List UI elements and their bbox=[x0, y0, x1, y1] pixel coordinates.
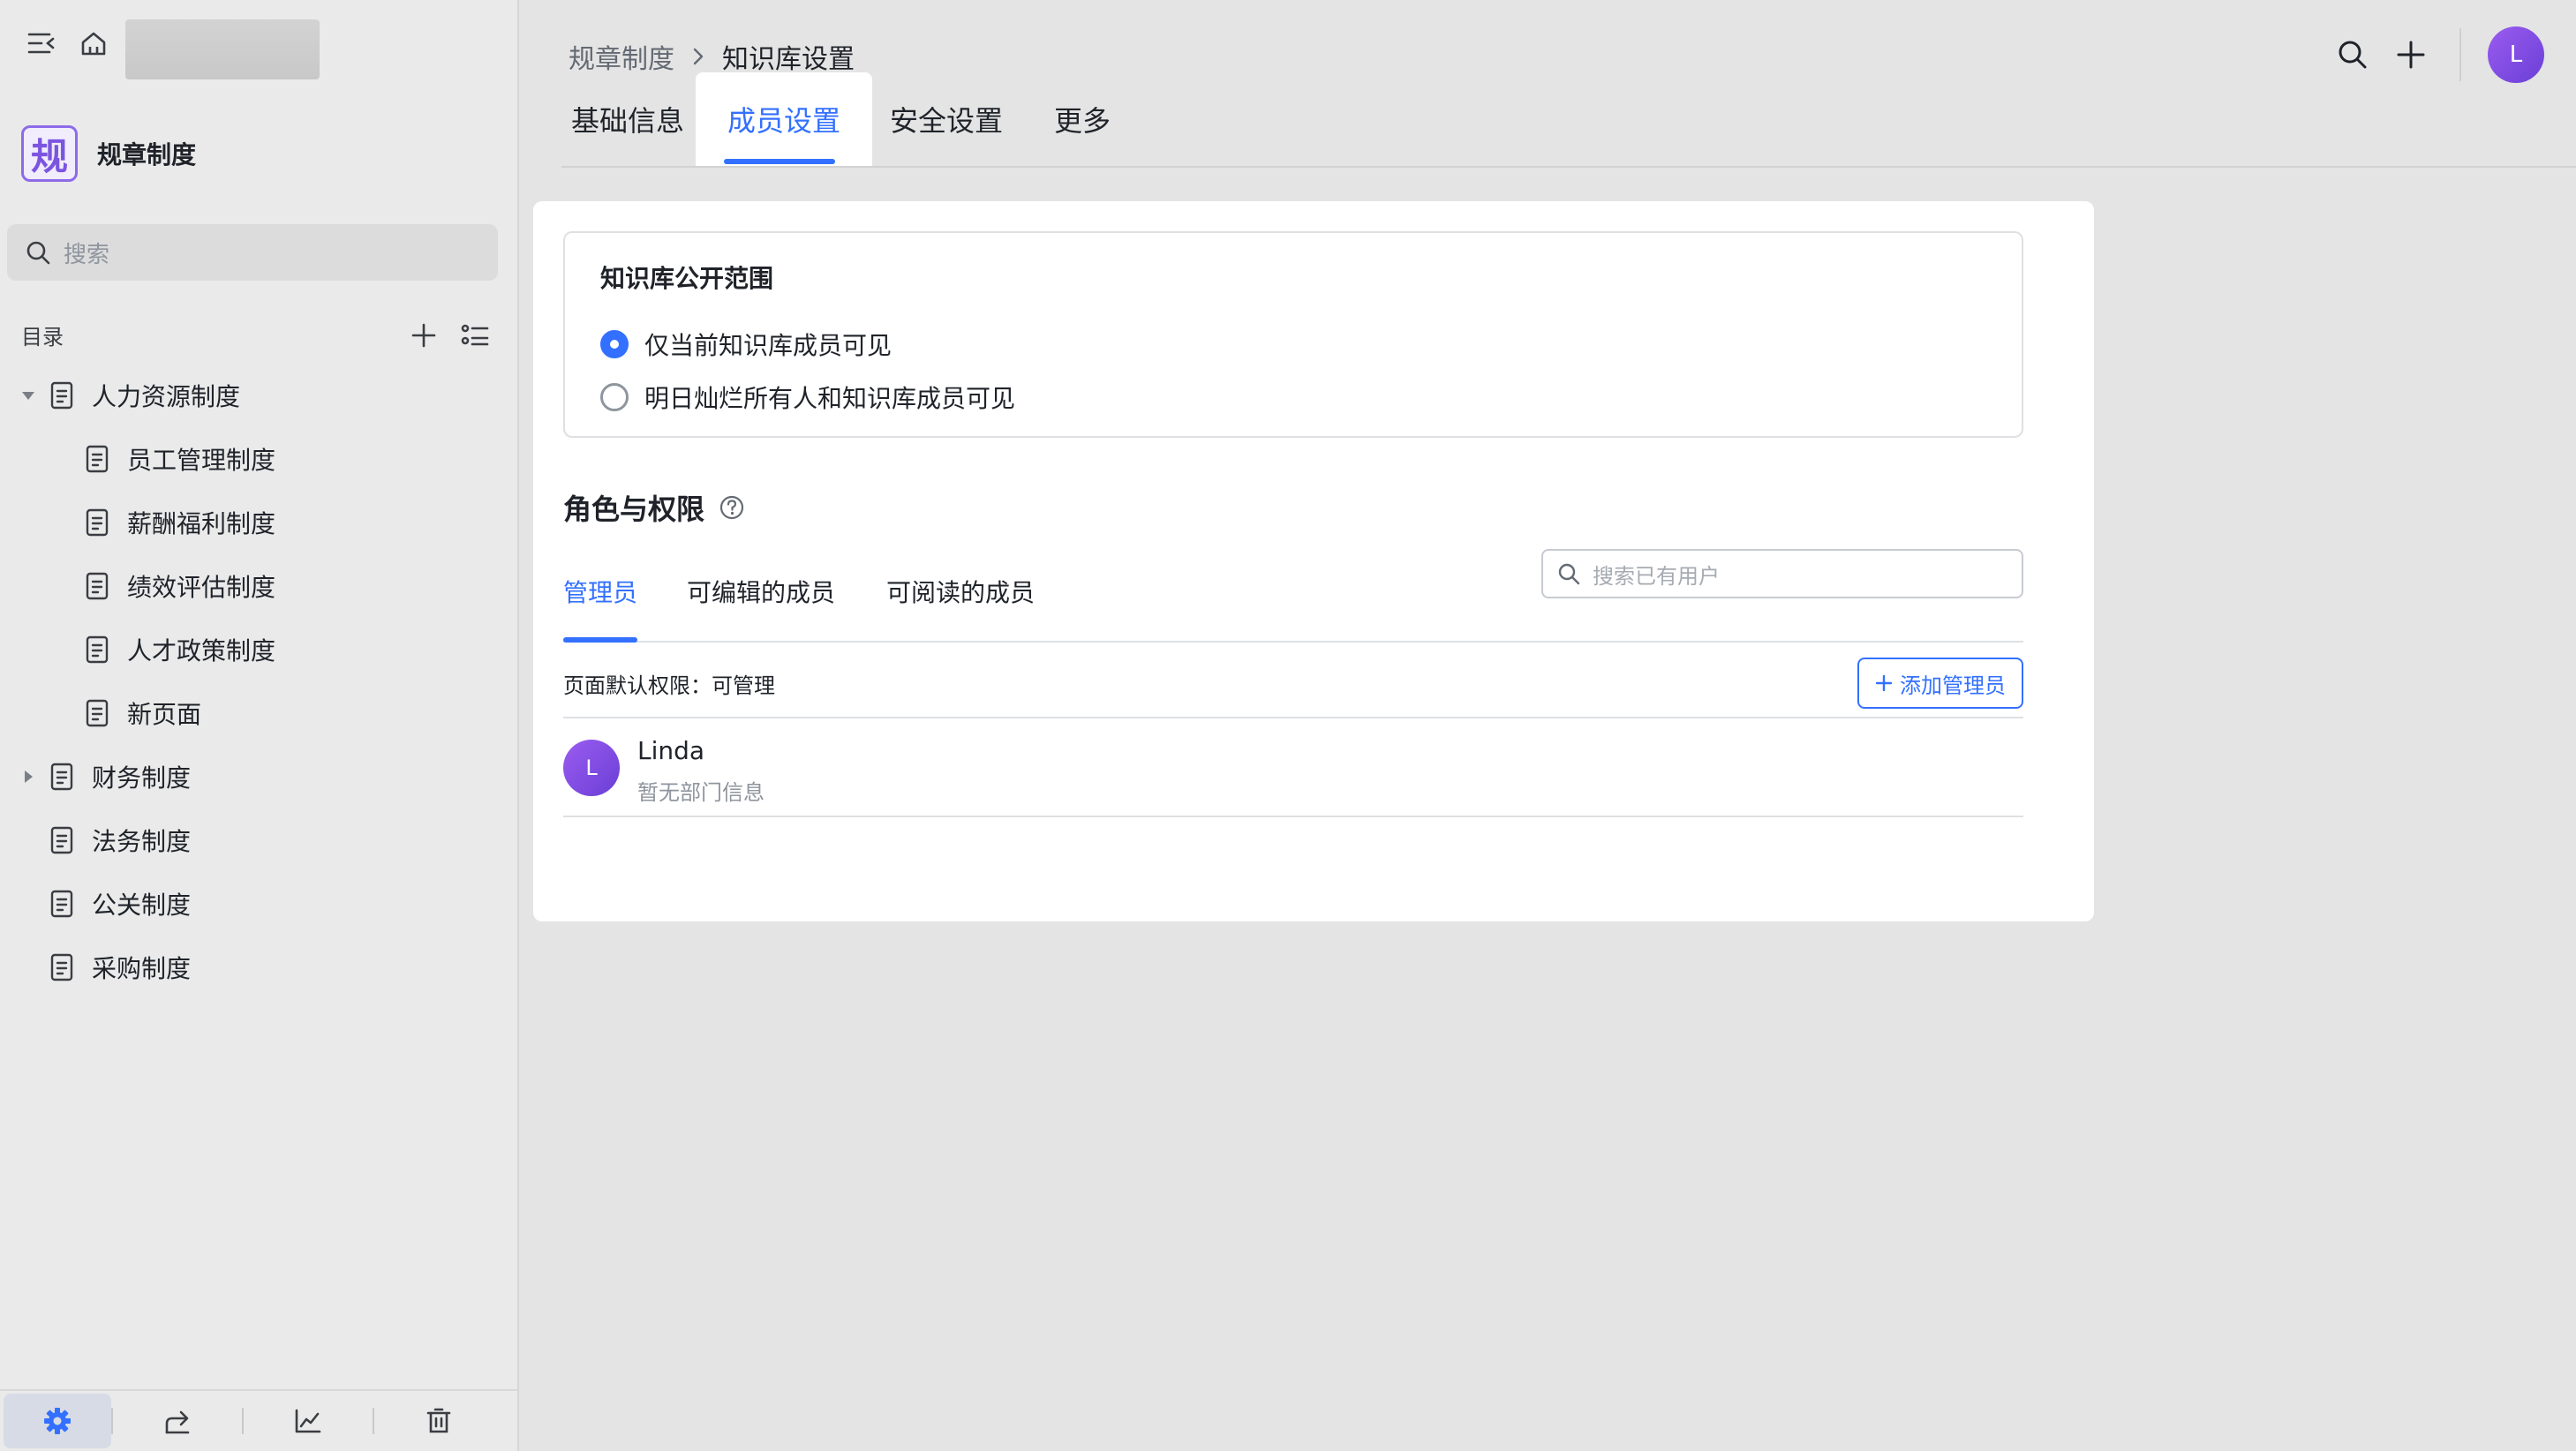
breadcrumb: 规章制度 知识库设置 bbox=[569, 37, 855, 76]
home-icon[interactable] bbox=[79, 30, 108, 56]
visibility-option-members[interactable]: 仅当前知识库成员可见 bbox=[600, 327, 892, 362]
tree-item[interactable]: 薪酬福利制度 bbox=[0, 491, 519, 554]
tree-item-label: 人才政策制度 bbox=[127, 636, 276, 665]
member-name: Linda bbox=[637, 736, 705, 765]
tree-item[interactable]: 绩效评估制度 bbox=[0, 554, 519, 618]
sidebar: 规 规章制度 搜索 目录 人力资源制度 员工管理制度 薪酬福利制度 绩效评估制度… bbox=[0, 0, 519, 1451]
space-avatar: 规 bbox=[21, 125, 78, 182]
workspace-logo[interactable] bbox=[125, 19, 320, 79]
add-admin-button[interactable]: 添加管理员 bbox=[1857, 658, 2023, 709]
add-admin-label: 添加管理员 bbox=[1900, 673, 2006, 698]
radio-selected[interactable] bbox=[600, 330, 629, 358]
space-header[interactable]: 规 规章制度 bbox=[21, 125, 196, 182]
trash-icon bbox=[426, 1408, 451, 1434]
caret-down-icon[interactable] bbox=[19, 387, 37, 404]
tree-item[interactable]: 财务制度 bbox=[0, 745, 519, 808]
tree-item-label: 公关制度 bbox=[92, 891, 192, 920]
visibility-section: 知识库公开范围 仅当前知识库成员可见 明日灿烂所有人和知识库成员可见 bbox=[563, 231, 2023, 438]
settings-icon bbox=[43, 1407, 72, 1435]
document-icon bbox=[49, 381, 74, 410]
member-department: 暂无部门信息 bbox=[637, 780, 765, 805]
tree-item-label: 财务制度 bbox=[92, 763, 192, 793]
collapse-sidebar-icon[interactable] bbox=[26, 30, 56, 56]
tree-item-label: 人力资源制度 bbox=[92, 382, 241, 411]
tab-basic-info[interactable]: 基础信息 bbox=[561, 72, 694, 166]
tree-item-label: 薪酬福利制度 bbox=[127, 509, 276, 538]
tab-editors[interactable]: 可编辑的成员 bbox=[687, 574, 835, 609]
document-icon bbox=[85, 572, 109, 600]
visibility-title: 知识库公开范围 bbox=[600, 264, 774, 293]
analytics-icon bbox=[294, 1408, 322, 1434]
help-icon[interactable] bbox=[719, 494, 745, 521]
tree-item[interactable]: 采购制度 bbox=[0, 936, 519, 999]
document-icon bbox=[85, 445, 109, 473]
visibility-option-everyone[interactable]: 明日灿烂所有人和知识库成员可见 bbox=[600, 380, 1015, 415]
tab-member-settings[interactable]: 成员设置 bbox=[696, 72, 872, 166]
tree-item[interactable]: 法务制度 bbox=[0, 808, 519, 872]
tree-item[interactable]: 人才政策制度 bbox=[0, 618, 519, 681]
default-permission-row: 页面默认权限：可管理 添加管理员 bbox=[563, 650, 2023, 718]
tab-readers[interactable]: 可阅读的成员 bbox=[886, 574, 1035, 609]
list-options-icon[interactable] bbox=[461, 323, 489, 348]
member-settings-card: 知识库公开范围 仅当前知识库成员可见 明日灿烂所有人和知识库成员可见 角色与权限… bbox=[533, 201, 2094, 921]
toc-title: 目录 bbox=[21, 325, 64, 350]
add-page-icon[interactable] bbox=[411, 323, 436, 348]
space-name: 规章制度 bbox=[97, 140, 197, 169]
document-icon bbox=[49, 953, 74, 981]
tree-item[interactable]: 人力资源制度 bbox=[0, 364, 519, 427]
document-icon bbox=[49, 826, 74, 854]
tree-item[interactable]: 员工管理制度 bbox=[0, 427, 519, 491]
chevron-right-icon bbox=[692, 47, 704, 66]
toc-header: 目录 bbox=[21, 320, 489, 350]
default-permission-label: 页面默认权限：可管理 bbox=[563, 673, 775, 698]
share-icon bbox=[163, 1408, 192, 1434]
sidebar-topbar bbox=[26, 30, 108, 56]
tab-admins[interactable]: 管理员 bbox=[563, 574, 637, 609]
document-icon bbox=[85, 508, 109, 537]
visibility-option-label: 仅当前知识库成员可见 bbox=[644, 331, 893, 360]
avatar: L bbox=[563, 740, 620, 796]
settings-button[interactable] bbox=[4, 1394, 111, 1448]
plus-icon bbox=[1875, 674, 1893, 692]
tree-item-label: 绩效评估制度 bbox=[127, 573, 276, 602]
radio-unselected[interactable] bbox=[600, 383, 629, 411]
caret-right-icon[interactable] bbox=[19, 768, 37, 786]
breadcrumb-current: 知识库设置 bbox=[722, 44, 855, 75]
sidebar-search-input[interactable]: 搜索 bbox=[7, 224, 498, 281]
toc-tree: 人力资源制度 员工管理制度 薪酬福利制度 绩效评估制度 人才政策制度 新页面 财… bbox=[0, 364, 519, 999]
member-row[interactable]: L Linda 暂无部门信息 bbox=[563, 718, 2023, 817]
search-icon bbox=[25, 239, 51, 266]
share-button[interactable] bbox=[113, 1394, 242, 1448]
tree-item-label: 采购制度 bbox=[92, 954, 192, 983]
active-tab-indicator bbox=[563, 637, 637, 643]
roles-title-text: 角色与权限 bbox=[563, 492, 705, 526]
sidebar-bottom-toolbar bbox=[0, 1389, 519, 1451]
document-icon bbox=[49, 890, 74, 918]
document-icon bbox=[85, 635, 109, 664]
document-icon bbox=[49, 763, 74, 791]
document-icon bbox=[85, 699, 109, 727]
settings-tabs: 基础信息 成员设置 安全设置 更多 bbox=[561, 72, 2576, 168]
tree-item-label: 员工管理制度 bbox=[127, 446, 276, 475]
tree-item[interactable]: 公关制度 bbox=[0, 872, 519, 936]
tree-item-label: 新页面 bbox=[127, 700, 202, 729]
roles-section-title: 角色与权限 bbox=[563, 487, 745, 528]
user-search-input[interactable]: 搜索已有用户 bbox=[1541, 549, 2023, 598]
user-search-placeholder: 搜索已有用户 bbox=[1593, 563, 1720, 589]
tab-security-settings[interactable]: 安全设置 bbox=[879, 72, 1013, 166]
tab-more[interactable]: 更多 bbox=[1038, 72, 1126, 166]
search-icon bbox=[1557, 562, 1580, 585]
sidebar-search-placeholder: 搜索 bbox=[64, 241, 110, 268]
tree-item[interactable]: 新页面 bbox=[0, 681, 519, 745]
app-window: 规 规章制度 搜索 目录 人力资源制度 员工管理制度 薪酬福利制度 绩效评估制度… bbox=[0, 0, 2576, 1451]
visibility-option-label: 明日灿烂所有人和知识库成员可见 bbox=[644, 384, 1016, 413]
trash-button[interactable] bbox=[374, 1394, 503, 1448]
tree-item-label: 法务制度 bbox=[92, 827, 192, 856]
analytics-button[interactable] bbox=[244, 1394, 373, 1448]
breadcrumb-parent[interactable]: 规章制度 bbox=[569, 37, 674, 76]
